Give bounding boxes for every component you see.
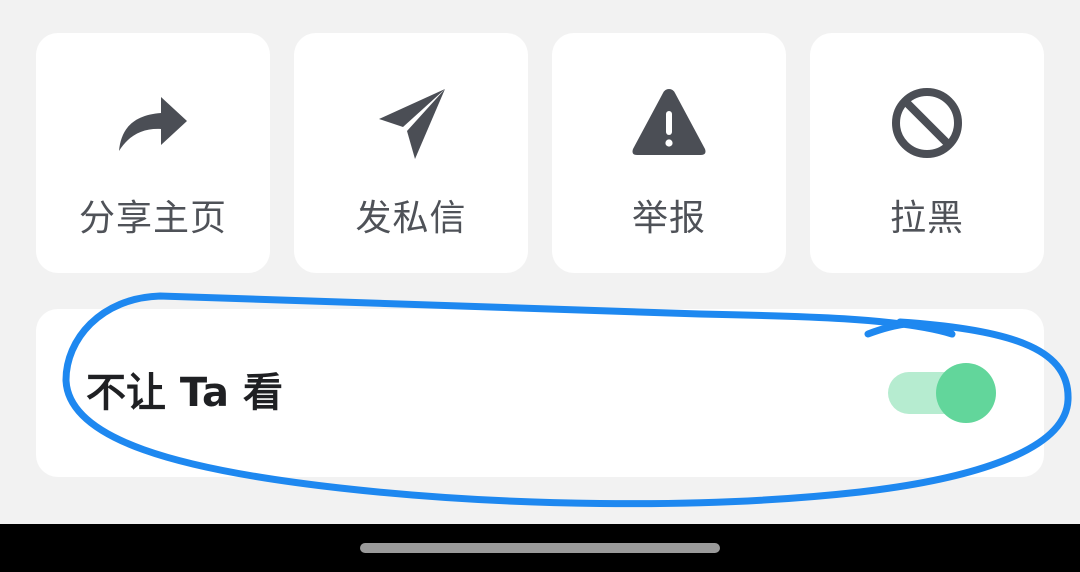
action-grid: 分享主页 发私信 举报 拉黑 xyxy=(36,33,1044,273)
hide-from-user-toggle[interactable] xyxy=(888,363,996,423)
share-icon xyxy=(115,85,191,161)
block-icon xyxy=(889,85,965,161)
home-indicator[interactable] xyxy=(360,543,720,553)
system-navigation-bar xyxy=(0,524,1080,572)
send-message-button[interactable]: 发私信 xyxy=(294,33,528,273)
send-message-icon xyxy=(373,85,449,161)
share-profile-button[interactable]: 分享主页 xyxy=(36,33,270,273)
toggle-knob xyxy=(936,363,996,423)
profile-action-sheet: 分享主页 发私信 举报 拉黑 不让 Ta 看 xyxy=(0,0,1080,572)
hide-from-user-label: 不让 Ta 看 xyxy=(86,370,283,416)
block-label: 拉黑 xyxy=(889,198,964,239)
send-message-label: 发私信 xyxy=(355,198,467,239)
hide-from-user-row: 不让 Ta 看 xyxy=(36,309,1044,477)
share-profile-label: 分享主页 xyxy=(78,198,227,239)
block-button[interactable]: 拉黑 xyxy=(810,33,1044,273)
report-label: 举报 xyxy=(631,198,706,239)
warning-icon xyxy=(631,85,707,161)
report-button[interactable]: 举报 xyxy=(552,33,786,273)
